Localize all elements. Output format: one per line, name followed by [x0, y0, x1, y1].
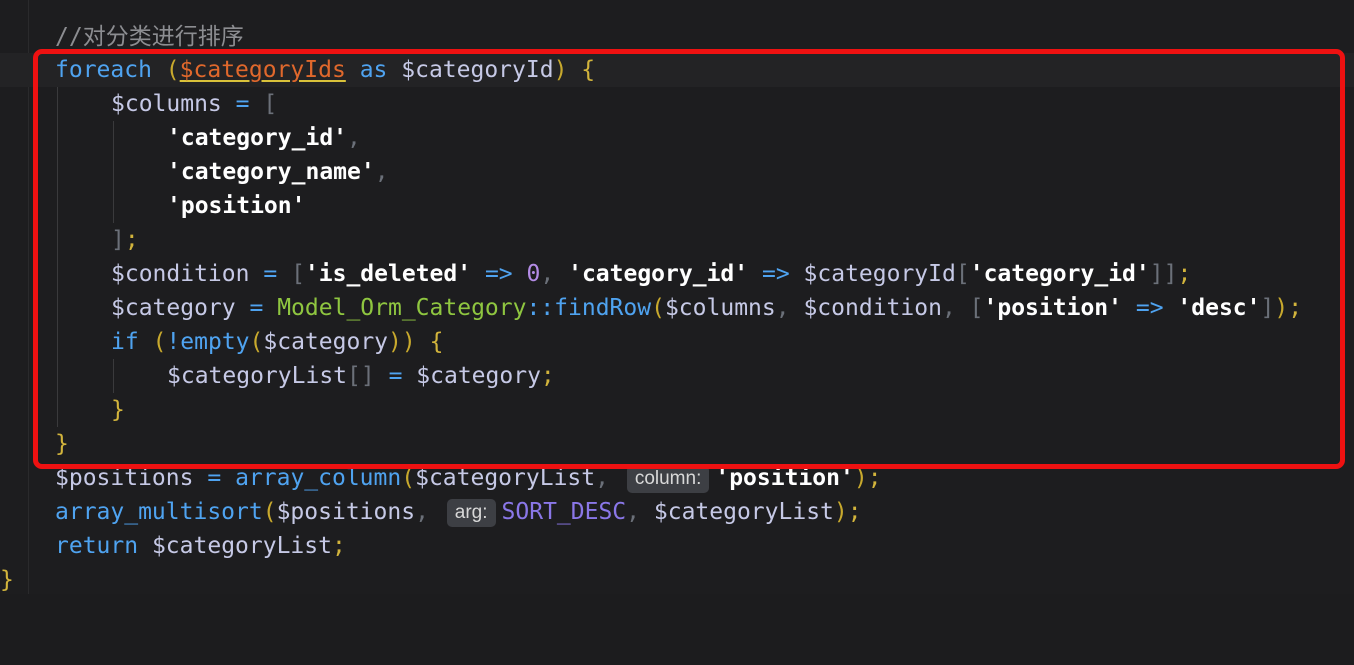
list-append: $categoryList[] = $category; — [167, 363, 555, 389]
code-line-15[interactable]: array_multisort($positions, arg: SORT_DES… — [0, 495, 1354, 529]
if-statement: if (!empty($category)) { — [111, 329, 444, 355]
column-item-3: 'position' — [167, 193, 306, 219]
indent-guide — [113, 121, 114, 223]
indent-guide — [57, 87, 58, 427]
code-line-6[interactable]: 'position' — [0, 189, 1354, 223]
columns-assign: $columns = [ — [111, 91, 278, 117]
code-editor[interactable]: //对分类进行排序 foreach ($categoryIds as $cate… — [0, 0, 1354, 594]
comment-text: //对分类进行排序 — [55, 24, 244, 50]
positions-assign: $positions = array_column($categoryList,… — [55, 465, 882, 493]
code-line-2[interactable]: foreach ($categoryIds as $categoryId) { — [0, 53, 1354, 87]
return-statement: return $categoryList; — [55, 533, 346, 559]
code-line-9[interactable]: $category = Model_Orm_Category::findRow(… — [0, 291, 1354, 325]
code-line-8[interactable]: $condition = ['is_deleted' => 0, 'catego… — [0, 257, 1354, 291]
code-line-11[interactable]: $categoryList[] = $category; — [0, 359, 1354, 393]
code-line-14[interactable]: $positions = array_column($categoryList,… — [0, 461, 1354, 495]
code-line-10[interactable]: if (!empty($category)) { — [0, 325, 1354, 359]
foreach-statement: foreach ($categoryIds as $categoryId) { — [55, 57, 596, 83]
code-line-5[interactable]: 'category_name', — [0, 155, 1354, 189]
if-close-brace: } — [111, 397, 125, 423]
condition-assign: $condition = ['is_deleted' => 0, 'catego… — [111, 261, 1192, 287]
column-item-2: 'category_name', — [167, 159, 389, 185]
code-line-3[interactable]: $columns = [ — [0, 87, 1354, 121]
code-line-17[interactable]: } — [0, 563, 1354, 597]
multisort-call: array_multisort($positions, arg: SORT_DES… — [55, 499, 862, 527]
undefined-variable: $categoryIds — [179, 57, 346, 83]
code-line-13[interactable]: } — [0, 427, 1354, 461]
code-line-4[interactable]: 'category_id', — [0, 121, 1354, 155]
param-hint-column: column: — [626, 465, 710, 493]
columns-close: ]; — [111, 227, 139, 253]
function-close-brace: } — [0, 567, 14, 593]
column-item-1: 'category_id', — [167, 125, 361, 151]
code-line-16[interactable]: return $categoryList; — [0, 529, 1354, 563]
indent-guide — [113, 359, 114, 393]
code-line-1[interactable]: //对分类进行排序 — [0, 20, 1354, 54]
code-line-12[interactable]: } — [0, 393, 1354, 427]
category-assign: $category = Model_Orm_Category::findRow(… — [111, 295, 1303, 321]
param-hint-arg: arg: — [446, 499, 496, 527]
code-line-7[interactable]: ]; — [0, 223, 1354, 257]
foreach-close-brace: } — [55, 431, 69, 457]
